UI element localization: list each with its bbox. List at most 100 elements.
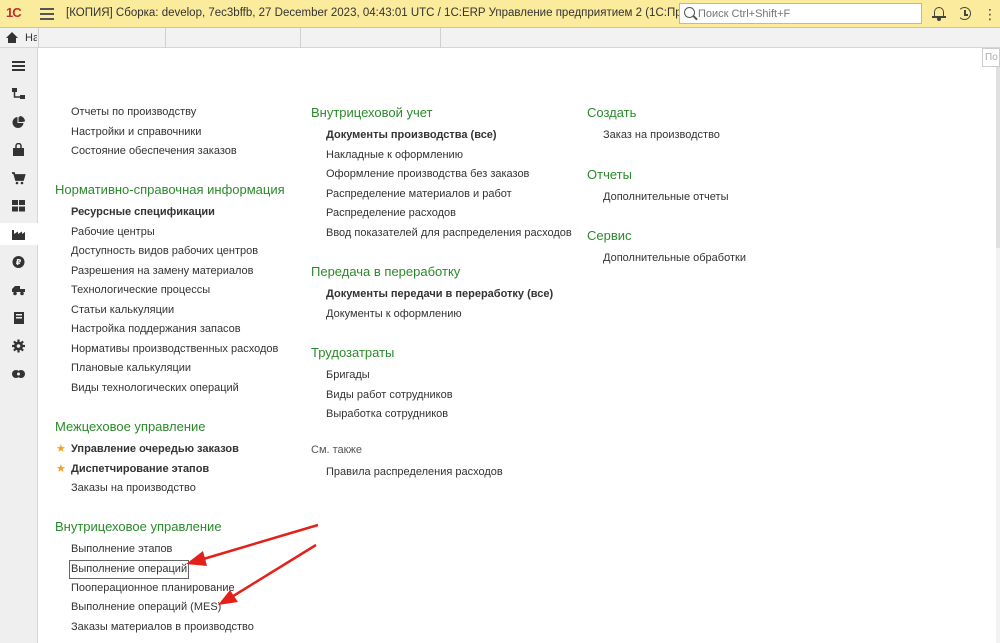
link-create-production-order[interactable]: Заказ на производство bbox=[603, 126, 720, 146]
group-vnutri: Внутрицеховое управление bbox=[55, 518, 222, 536]
group-reports-links: Дополнительные отчеты bbox=[603, 188, 728, 208]
link-stage-dispatching[interactable]: Диспетчирование этапов bbox=[56, 460, 239, 480]
org-chart-icon bbox=[12, 88, 25, 99]
group-nsi-links: Ресурсные спецификации Рабочие центры До… bbox=[71, 203, 278, 398]
section-production[interactable] bbox=[0, 223, 39, 245]
tab-home-page[interactable]: На bbox=[25, 32, 37, 44]
link-invoices-to-process[interactable]: Накладные к оформлению bbox=[326, 146, 572, 166]
home-icon[interactable] bbox=[6, 32, 18, 43]
link-production-docs-all[interactable]: Документы производства (все) bbox=[326, 126, 572, 146]
group-uchet-links: Документы производства (все) Накладные к… bbox=[326, 126, 572, 243]
svg-text:₽: ₽ bbox=[16, 258, 22, 267]
link-tech-processes[interactable]: Технологические процессы bbox=[71, 281, 278, 301]
link-material-substitution[interactable]: Разрешения на замену материалов bbox=[71, 262, 278, 282]
window-title: [КОПИЯ] Сборка: develop, 7ec3bffb, 27 De… bbox=[66, 7, 742, 19]
link-stock-maintenance[interactable]: Настройка поддержания запасов bbox=[71, 320, 278, 340]
truck-icon bbox=[12, 286, 25, 296]
group-service: Сервис bbox=[587, 227, 632, 245]
menu-icon bbox=[12, 61, 25, 71]
gear-icon bbox=[12, 339, 25, 353]
link-operation-planning[interactable]: Пооперационное планирование bbox=[71, 579, 254, 599]
link-employee-work-types[interactable]: Виды работ сотрудников bbox=[326, 386, 453, 406]
link-processing-transfer-docs[interactable]: Документы передачи в переработку (все) bbox=[326, 285, 553, 305]
notifications-bell-icon[interactable] bbox=[931, 6, 947, 22]
pie-chart-icon bbox=[12, 116, 25, 128]
group-title-nsi: Нормативно-справочная информация bbox=[55, 182, 285, 197]
group-title-trud: Трудозатраты bbox=[311, 345, 395, 360]
link-resource-specs[interactable]: Ресурсные спецификации bbox=[71, 203, 278, 223]
search-input[interactable] bbox=[698, 6, 918, 21]
history-icon[interactable] bbox=[957, 6, 973, 22]
link-order-queue[interactable]: Управление очередью заказов bbox=[56, 440, 239, 460]
section-finance[interactable]: ₽ bbox=[0, 251, 38, 273]
link-additional-processing[interactable]: Дополнительные обработки bbox=[603, 249, 746, 269]
group-create-links: Заказ на производство bbox=[603, 126, 720, 146]
section-settings[interactable] bbox=[0, 363, 38, 385]
group-title-vnutri: Внутрицеховое управление bbox=[55, 519, 222, 534]
link-calculation-items[interactable]: Статьи калькуляции bbox=[71, 301, 278, 321]
section-main-menu[interactable] bbox=[0, 55, 38, 77]
group-nsi: Нормативно-справочная информация bbox=[55, 181, 285, 199]
bag-icon bbox=[13, 143, 24, 156]
group-title-mezh: Межцеховое управление bbox=[55, 419, 206, 434]
link-tech-operation-types[interactable]: Виды технологических операций bbox=[71, 379, 278, 399]
link-production-reports[interactable]: Отчеты по производству bbox=[71, 103, 237, 123]
link-work-center-availability[interactable]: Доступность видов рабочих центров bbox=[71, 242, 278, 262]
group-see-also-links: Правила распределения расходов bbox=[326, 463, 503, 483]
1c-logo[interactable]: 1С bbox=[6, 5, 32, 22]
group-trud-links: Бригады Виды работ сотрудников Выработка… bbox=[326, 366, 453, 425]
section-admin[interactable] bbox=[0, 335, 38, 357]
link-production-without-orders[interactable]: Оформление производства без заказов bbox=[326, 165, 572, 185]
group-uchet: Внутрицеховой учет bbox=[311, 104, 433, 122]
link-material-distribution[interactable]: Распределение материалов и работ bbox=[326, 185, 572, 205]
link-brigades[interactable]: Бригады bbox=[326, 366, 453, 386]
settings-wheel-icon bbox=[12, 370, 25, 378]
group-pererabotka: Передача в переработку bbox=[311, 263, 460, 281]
section-purchases[interactable] bbox=[0, 167, 38, 189]
ledger-icon bbox=[14, 312, 24, 324]
group-mezh: Межцеховое управление bbox=[55, 418, 206, 436]
link-planned-calculations[interactable]: Плановые калькуляции bbox=[71, 359, 278, 379]
panel-scroll-edge bbox=[996, 48, 1000, 248]
group-title-uchet: Внутрицеховой учет bbox=[311, 105, 433, 120]
panel-scroll-edge bbox=[996, 248, 1000, 643]
section-analytics[interactable] bbox=[0, 111, 38, 133]
see-also-label: См. также bbox=[311, 444, 362, 456]
group-vnutri-links: Выполнение этапов Выполнение операций По… bbox=[69, 540, 254, 638]
global-search[interactable] bbox=[679, 3, 922, 24]
section-logistics[interactable] bbox=[0, 279, 38, 301]
panel-search-field[interactable]: По bbox=[982, 48, 1000, 67]
title-bar: 1С [КОПИЯ] Сборка: develop, 7ec3bffb, 27… bbox=[0, 0, 1000, 28]
link-employee-output[interactable]: Выработка сотрудников bbox=[326, 405, 453, 425]
group-title-reports: Отчеты bbox=[587, 167, 632, 182]
link-material-orders[interactable]: Заказы материалов в производство bbox=[71, 618, 254, 638]
section-sales[interactable] bbox=[0, 139, 38, 161]
main-menu-icon[interactable] bbox=[40, 8, 54, 20]
group-title-create: Создать bbox=[587, 105, 637, 120]
link-stage-execution[interactable]: Выполнение этапов bbox=[71, 540, 254, 560]
link-operation-execution[interactable]: Выполнение операций bbox=[69, 559, 190, 579]
more-options-icon[interactable]: ⋮ bbox=[983, 6, 999, 22]
group-reports: Отчеты bbox=[587, 166, 632, 184]
link-production-cost-norms[interactable]: Нормативы производственных расходов bbox=[71, 340, 278, 360]
link-order-supply-status[interactable]: Состояние обеспечения заказов bbox=[71, 142, 237, 162]
section-org[interactable] bbox=[0, 83, 38, 105]
link-distribution-indicators[interactable]: Ввод показателей для распределения расхо… bbox=[326, 224, 572, 244]
link-expense-distribution-rules[interactable]: Правила распределения расходов bbox=[326, 463, 503, 483]
link-additional-reports[interactable]: Дополнительные отчеты bbox=[603, 188, 728, 208]
group-mezh-links: Управление очередью заказов Диспетчирова… bbox=[56, 440, 239, 499]
factory-icon bbox=[12, 230, 25, 240]
link-work-centers[interactable]: Рабочие центры bbox=[71, 223, 278, 243]
cart-icon bbox=[12, 172, 26, 185]
group-pererabotka-links: Документы передачи в переработку (все) Д… bbox=[326, 285, 553, 324]
link-expense-distribution[interactable]: Распределение расходов bbox=[326, 204, 572, 224]
section-warehouse[interactable] bbox=[0, 195, 38, 217]
section-accounting[interactable] bbox=[0, 307, 38, 329]
link-production-orders[interactable]: Заказы на производство bbox=[71, 479, 239, 499]
group-title-pererabotka: Передача в переработку bbox=[311, 264, 461, 279]
link-operation-execution-mes[interactable]: Выполнение операций (MES) bbox=[71, 598, 254, 618]
link-docs-to-process[interactable]: Документы к оформлению bbox=[326, 305, 553, 325]
search-icon bbox=[684, 7, 695, 18]
link-settings-and-directories[interactable]: Настройки и справочники bbox=[71, 123, 237, 143]
group-see-also: См. также bbox=[311, 441, 362, 460]
